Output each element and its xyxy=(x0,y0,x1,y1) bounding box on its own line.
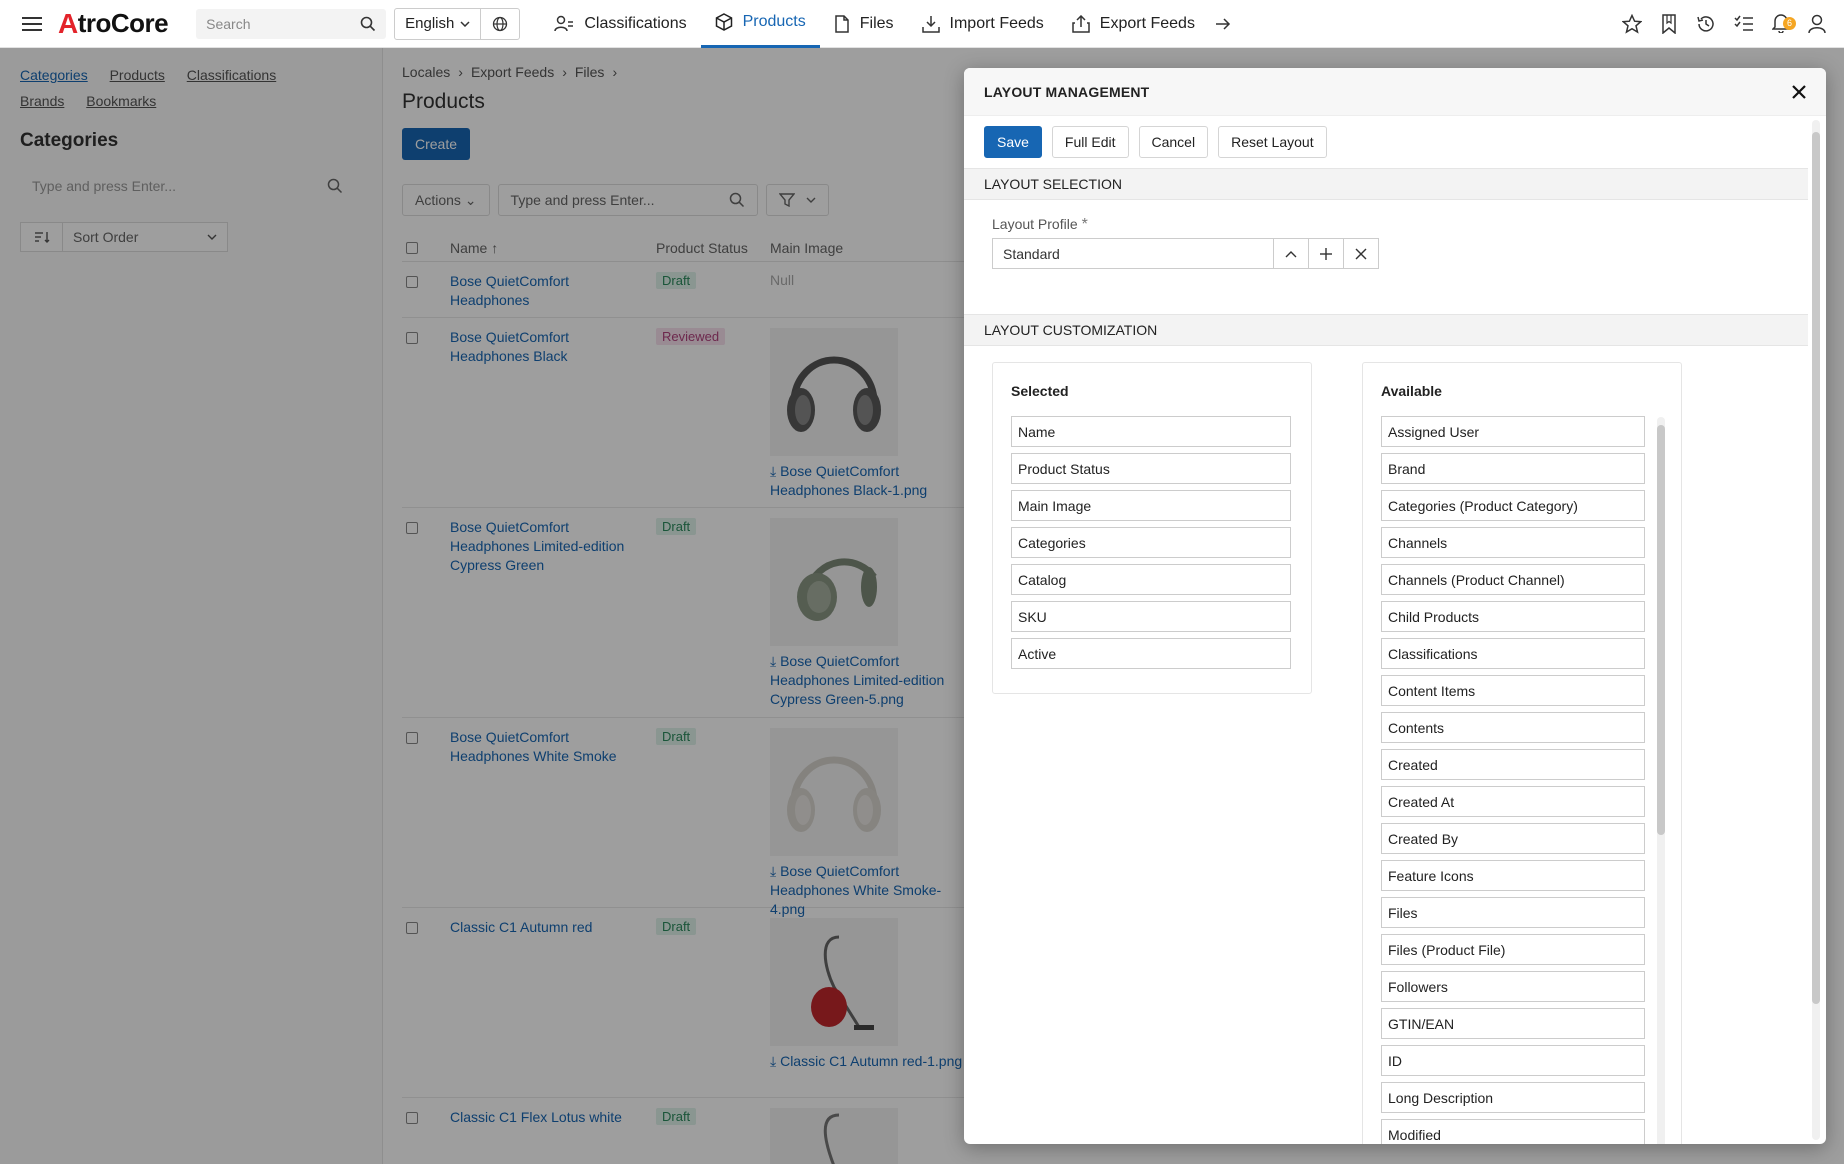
available-field[interactable]: Child Products xyxy=(1381,601,1645,632)
nav-label: Export Feeds xyxy=(1099,14,1195,32)
selected-field[interactable]: Active xyxy=(1011,638,1291,669)
available-field[interactable]: GTIN/EAN xyxy=(1381,1008,1645,1039)
tasks-icon[interactable] xyxy=(1734,15,1754,33)
available-field[interactable]: Long Description xyxy=(1381,1082,1645,1113)
layout-customization-header: LAYOUT CUSTOMIZATION xyxy=(964,314,1808,346)
notifications-button[interactable]: 6 xyxy=(1771,13,1796,36)
available-field[interactable]: ID xyxy=(1381,1045,1645,1076)
nav-products[interactable]: Products xyxy=(700,0,820,48)
plus-icon xyxy=(1320,247,1332,260)
selected-field[interactable]: Name xyxy=(1011,416,1291,447)
nav-more-button[interactable] xyxy=(1209,0,1237,48)
nav-label: Products xyxy=(742,13,806,30)
globe-icon xyxy=(493,16,508,31)
user-icon[interactable] xyxy=(1808,14,1826,34)
logo-text: troCore xyxy=(77,8,169,38)
close-icon[interactable] xyxy=(1792,84,1806,99)
available-field[interactable]: Assigned User xyxy=(1381,416,1645,447)
nav-export-feeds[interactable]: Export Feeds xyxy=(1058,0,1209,48)
nav-classifications[interactable]: Classifications xyxy=(540,0,700,48)
scrollbar-thumb[interactable] xyxy=(1812,132,1820,1004)
selected-field[interactable]: SKU xyxy=(1011,601,1291,632)
available-field[interactable]: Content Items xyxy=(1381,675,1645,706)
import-icon xyxy=(921,15,940,33)
globe-button[interactable] xyxy=(481,16,519,32)
header-actions: 6 xyxy=(1622,0,1826,48)
chevron-up-icon xyxy=(1285,250,1297,257)
nav-label: Classifications xyxy=(584,14,687,32)
available-field[interactable]: Created At xyxy=(1381,786,1645,817)
global-search-input[interactable]: Search xyxy=(196,8,387,39)
cancel-button[interactable]: Cancel xyxy=(1138,126,1209,158)
selected-field[interactable]: Categories xyxy=(1011,527,1291,558)
available-field[interactable]: Modified xyxy=(1381,1119,1645,1144)
save-button[interactable]: Save xyxy=(984,126,1042,158)
available-field[interactable]: Brand xyxy=(1381,453,1645,484)
star-icon[interactable] xyxy=(1622,14,1642,34)
available-field[interactable]: Categories (Product Category) xyxy=(1381,490,1645,521)
layout-profile-label: Layout Profile * xyxy=(992,216,1088,234)
available-field[interactable]: Contents xyxy=(1381,712,1645,743)
modal-header: LAYOUT MANAGEMENT xyxy=(964,68,1826,116)
main-nav: Classifications Products Files Import Fe… xyxy=(540,0,1237,48)
notification-badge: 6 xyxy=(1783,16,1796,30)
available-field[interactable]: Created xyxy=(1381,749,1645,780)
selected-fields-panel: Selected Name Product Status Main Image … xyxy=(992,362,1312,694)
modal-title: LAYOUT MANAGEMENT xyxy=(984,83,1150,100)
search-placeholder: Search xyxy=(206,15,251,32)
logo-letter: A xyxy=(58,7,78,39)
available-field[interactable]: Channels (Product Channel) xyxy=(1381,564,1645,595)
available-field[interactable]: Files (Product File) xyxy=(1381,934,1645,965)
nav-import-feeds[interactable]: Import Feeds xyxy=(908,0,1058,48)
close-icon xyxy=(1355,248,1367,259)
language-dropdown[interactable]: English xyxy=(395,8,482,39)
language-selector: English xyxy=(394,7,521,40)
modal-scrollbar[interactable] xyxy=(1812,120,1820,1140)
export-icon xyxy=(1072,14,1090,33)
menu-icon[interactable] xyxy=(22,16,42,31)
bookmark-icon[interactable] xyxy=(1660,14,1678,34)
arrow-right-icon xyxy=(1215,17,1231,30)
layout-profile-value: Standard xyxy=(1003,245,1060,262)
full-edit-button[interactable]: Full Edit xyxy=(1051,126,1129,158)
selected-title: Selected xyxy=(1011,383,1069,399)
layout-management-modal: LAYOUT MANAGEMENT Save Full Edit Cancel … xyxy=(964,68,1826,1144)
add-profile-button[interactable] xyxy=(1308,239,1343,268)
available-list-scrollbar[interactable] xyxy=(1657,417,1665,1144)
top-navbar: AtroCore Search English Classifications … xyxy=(0,0,1844,48)
nav-label: Import Feeds xyxy=(949,14,1044,32)
available-field[interactable]: Files xyxy=(1381,897,1645,928)
available-field[interactable]: Channels xyxy=(1381,527,1645,558)
reset-layout-button[interactable]: Reset Layout xyxy=(1218,126,1327,158)
available-fields-panel: Available Assigned User Brand Categories… xyxy=(1362,362,1682,1144)
nav-label: Files xyxy=(859,14,894,32)
classifications-icon xyxy=(554,15,574,31)
available-field[interactable]: Followers xyxy=(1381,971,1645,1002)
available-field[interactable]: Feature Icons xyxy=(1381,860,1645,891)
selected-field[interactable]: Product Status xyxy=(1011,453,1291,484)
modal-toolbar: Save Full Edit Cancel Reset Layout xyxy=(984,126,1327,158)
language-value: English xyxy=(405,15,455,32)
scrollbar-thumb[interactable] xyxy=(1657,425,1665,835)
available-field[interactable]: Created By xyxy=(1381,823,1645,854)
collapse-button[interactable] xyxy=(1273,239,1308,268)
clear-profile-button[interactable] xyxy=(1343,239,1378,268)
file-icon xyxy=(835,14,849,33)
required-marker: * xyxy=(1081,216,1088,233)
available-title: Available xyxy=(1381,383,1442,399)
box-icon xyxy=(715,13,732,31)
layout-profile-select[interactable]: Standard xyxy=(992,238,1379,269)
selected-field[interactable]: Main Image xyxy=(1011,490,1291,521)
selected-field[interactable]: Catalog xyxy=(1011,564,1291,595)
layout-profile-label-text: Layout Profile xyxy=(992,216,1078,232)
logo[interactable]: AtroCore xyxy=(58,7,169,40)
layout-selection-header: LAYOUT SELECTION xyxy=(964,168,1808,200)
chevron-down-icon xyxy=(460,20,470,27)
nav-files[interactable]: Files xyxy=(820,0,908,48)
available-field[interactable]: Classifications xyxy=(1381,638,1645,669)
search-icon[interactable] xyxy=(360,16,376,32)
history-icon[interactable] xyxy=(1696,14,1716,34)
